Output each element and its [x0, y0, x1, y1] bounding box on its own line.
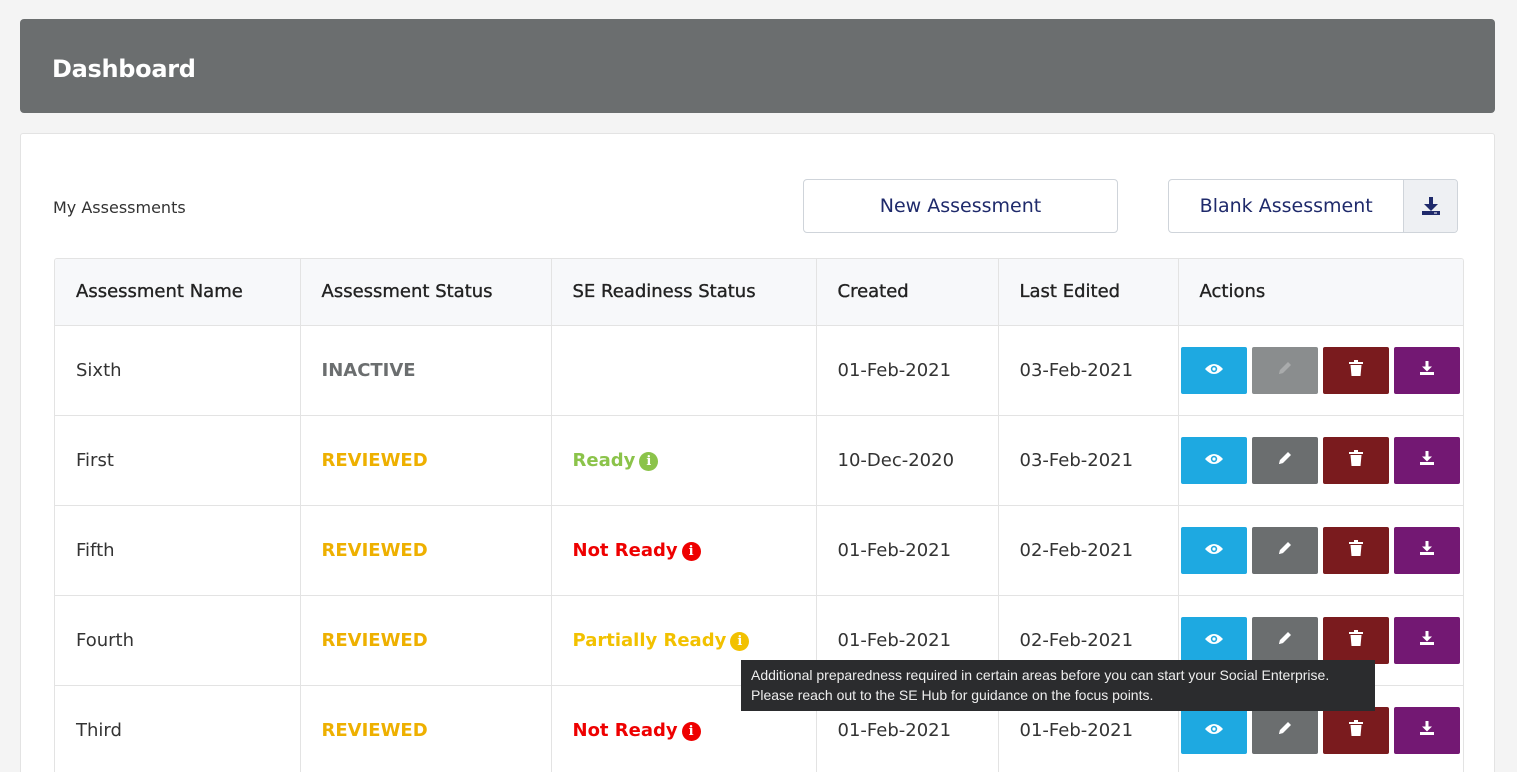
assessment-status: REVIEWED	[300, 685, 552, 772]
view-button[interactable]	[1180, 436, 1247, 484]
delete-button[interactable]	[1322, 436, 1389, 484]
eye-icon	[1204, 720, 1224, 741]
pencil-icon	[1277, 450, 1293, 471]
column-header[interactable]: Assessment Status	[300, 259, 552, 326]
delete-button[interactable]	[1322, 706, 1389, 754]
trash-icon	[1348, 629, 1363, 651]
table-row: First REVIEWED Ready i 10-Dec-2020 03-Feb-202…	[55, 415, 1464, 506]
delete-button[interactable]	[1322, 526, 1389, 574]
view-button[interactable]	[1180, 526, 1247, 574]
tooltip-line: Please reach out to the SE Hub for guida…	[751, 687, 1154, 703]
download-button[interactable]	[1393, 526, 1460, 574]
delete-button[interactable]	[1322, 616, 1389, 664]
view-button[interactable]	[1180, 706, 1247, 754]
edit-button[interactable]	[1251, 706, 1318, 754]
delete-button[interactable]	[1322, 346, 1389, 394]
column-header[interactable]: Last Edited	[998, 259, 1179, 326]
created-date: 10-Dec-2020	[816, 415, 999, 506]
eye-icon	[1204, 360, 1224, 381]
readiness-label: Ready	[572, 449, 636, 471]
blank-assessment-button[interactable]: Blank Assessment	[1168, 179, 1458, 233]
action-buttons	[1180, 346, 1464, 394]
edit-button[interactable]	[1251, 526, 1318, 574]
table-row: Fifth REVIEWED Not Ready i 01-Feb-2021 02-Feb…	[55, 505, 1464, 596]
assessment-status: REVIEWED	[300, 595, 552, 686]
pencil-icon	[1277, 360, 1293, 381]
column-header: Actions	[1178, 259, 1463, 326]
last-edited-date: 02-Feb-2021	[998, 505, 1179, 596]
edit-button[interactable]	[1251, 436, 1318, 484]
section-title: My Assessments	[53, 198, 186, 217]
pencil-icon	[1277, 540, 1293, 561]
assessment-name: Fourth	[55, 595, 301, 686]
download-button[interactable]	[1393, 616, 1460, 664]
last-edited-date: 03-Feb-2021	[998, 415, 1179, 506]
column-header[interactable]: Assessment Name	[55, 259, 301, 326]
eye-icon	[1204, 450, 1224, 471]
pencil-icon	[1277, 630, 1293, 651]
download-icon[interactable]	[1403, 180, 1457, 232]
action-buttons	[1180, 706, 1464, 754]
row-actions	[1178, 325, 1464, 416]
readiness-label: Not Ready	[572, 719, 678, 741]
assessment-status: REVIEWED	[300, 505, 552, 596]
blank-assessment-label: Blank Assessment	[1199, 195, 1373, 217]
assessment-name: First	[55, 415, 301, 506]
info-icon[interactable]: i	[681, 721, 701, 741]
new-assessment-button[interactable]: New Assessment	[803, 179, 1118, 233]
page-title: Dashboard	[52, 55, 196, 83]
download-icon	[1419, 450, 1435, 471]
trash-icon	[1348, 719, 1363, 741]
assessment-status: INACTIVE	[300, 325, 552, 416]
assessment-name: Sixth	[55, 325, 301, 416]
created-date: 01-Feb-2021	[816, 505, 999, 596]
view-button[interactable]	[1180, 616, 1247, 664]
trash-icon	[1348, 359, 1363, 381]
assessment-name: Third	[55, 685, 301, 772]
readiness-label: Partially Ready	[572, 629, 727, 651]
action-buttons	[1180, 526, 1464, 574]
table-header-row: Assessment Name Assessment Status SE Rea…	[55, 259, 1463, 326]
download-button[interactable]	[1393, 346, 1460, 394]
download-button[interactable]	[1393, 706, 1460, 754]
assessment-name: Fifth	[55, 505, 301, 596]
trash-icon	[1348, 539, 1363, 561]
edit-button[interactable]	[1251, 616, 1318, 664]
column-header[interactable]: SE Readiness Status	[551, 259, 817, 326]
eye-icon	[1204, 630, 1224, 651]
info-icon[interactable]: i	[730, 631, 750, 651]
info-icon[interactable]: i	[639, 451, 659, 471]
download-icon	[1419, 630, 1435, 651]
row-actions	[1178, 415, 1464, 506]
column-header[interactable]: Created	[816, 259, 999, 326]
table-row: Sixth INACTIVE 01-Feb-2021 03-Feb-2021	[55, 325, 1464, 416]
download-icon	[1419, 720, 1435, 741]
download-icon	[1419, 360, 1435, 381]
download-button[interactable]	[1393, 436, 1460, 484]
row-actions	[1178, 505, 1464, 596]
edit-button[interactable]	[1251, 346, 1318, 394]
assessment-status: REVIEWED	[300, 415, 552, 506]
view-button[interactable]	[1180, 346, 1247, 394]
last-edited-date: 03-Feb-2021	[998, 325, 1179, 416]
eye-icon	[1204, 540, 1224, 561]
pencil-icon	[1277, 720, 1293, 741]
info-icon[interactable]: i	[681, 541, 701, 561]
created-date: 01-Feb-2021	[816, 325, 999, 416]
action-buttons	[1180, 436, 1464, 484]
page-header: Dashboard	[20, 19, 1495, 113]
readiness-status: Not Ready i	[551, 505, 817, 596]
readiness-status	[551, 325, 817, 416]
action-buttons	[1180, 616, 1464, 664]
download-icon	[1419, 540, 1435, 561]
readiness-label: Not Ready	[572, 539, 678, 561]
trash-icon	[1348, 449, 1363, 471]
tooltip-line: Additional preparedness required in cert…	[751, 667, 1330, 683]
readiness-tooltip: Additional preparedness required in cert…	[741, 660, 1375, 711]
readiness-status: Ready i	[551, 415, 817, 506]
